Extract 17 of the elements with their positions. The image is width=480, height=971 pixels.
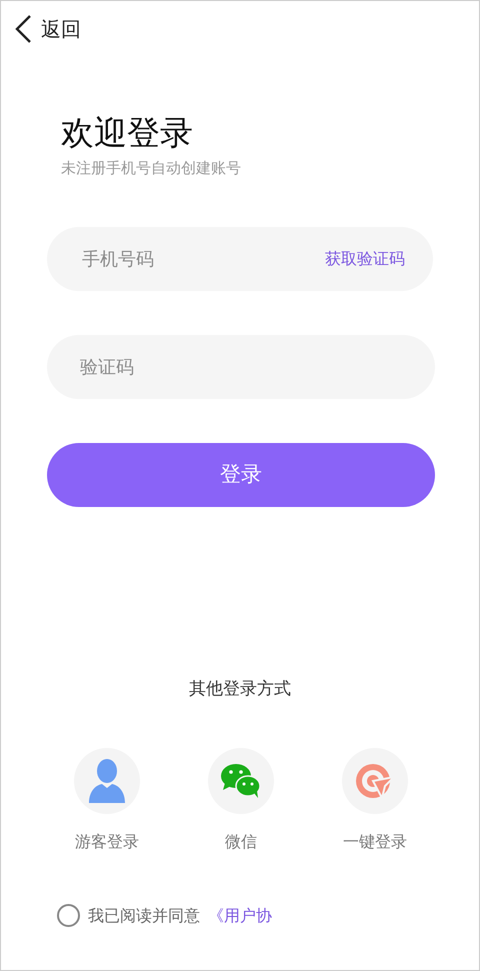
chat-bubbles-icon bbox=[221, 762, 261, 799]
user-agreement-link[interactable]: 《用户协 bbox=[208, 904, 272, 928]
agreement-text: 我已阅读并同意 bbox=[88, 904, 200, 927]
option-label: 一键登录 bbox=[343, 830, 407, 853]
option-label: 微信 bbox=[225, 830, 257, 853]
get-code-link[interactable]: 获取验证码 bbox=[325, 247, 405, 272]
person-icon bbox=[89, 758, 125, 803]
phone-field[interactable]: 手机号码 获取验证码 bbox=[47, 227, 433, 292]
option-label: 游客登录 bbox=[75, 830, 139, 853]
other-methods-heading: 其他登录方式 bbox=[188, 678, 292, 702]
code-field[interactable]: 验证码 bbox=[47, 335, 435, 400]
login-button[interactable]: 登录 bbox=[47, 443, 435, 508]
agree-checkbox[interactable] bbox=[57, 904, 80, 928]
page-title: 欢迎登录 bbox=[61, 113, 194, 153]
back-button[interactable]: 返回 bbox=[13, 14, 81, 44]
subtitle: 未注册手机号自动创建账号 bbox=[61, 158, 242, 179]
back-icon bbox=[13, 14, 33, 44]
